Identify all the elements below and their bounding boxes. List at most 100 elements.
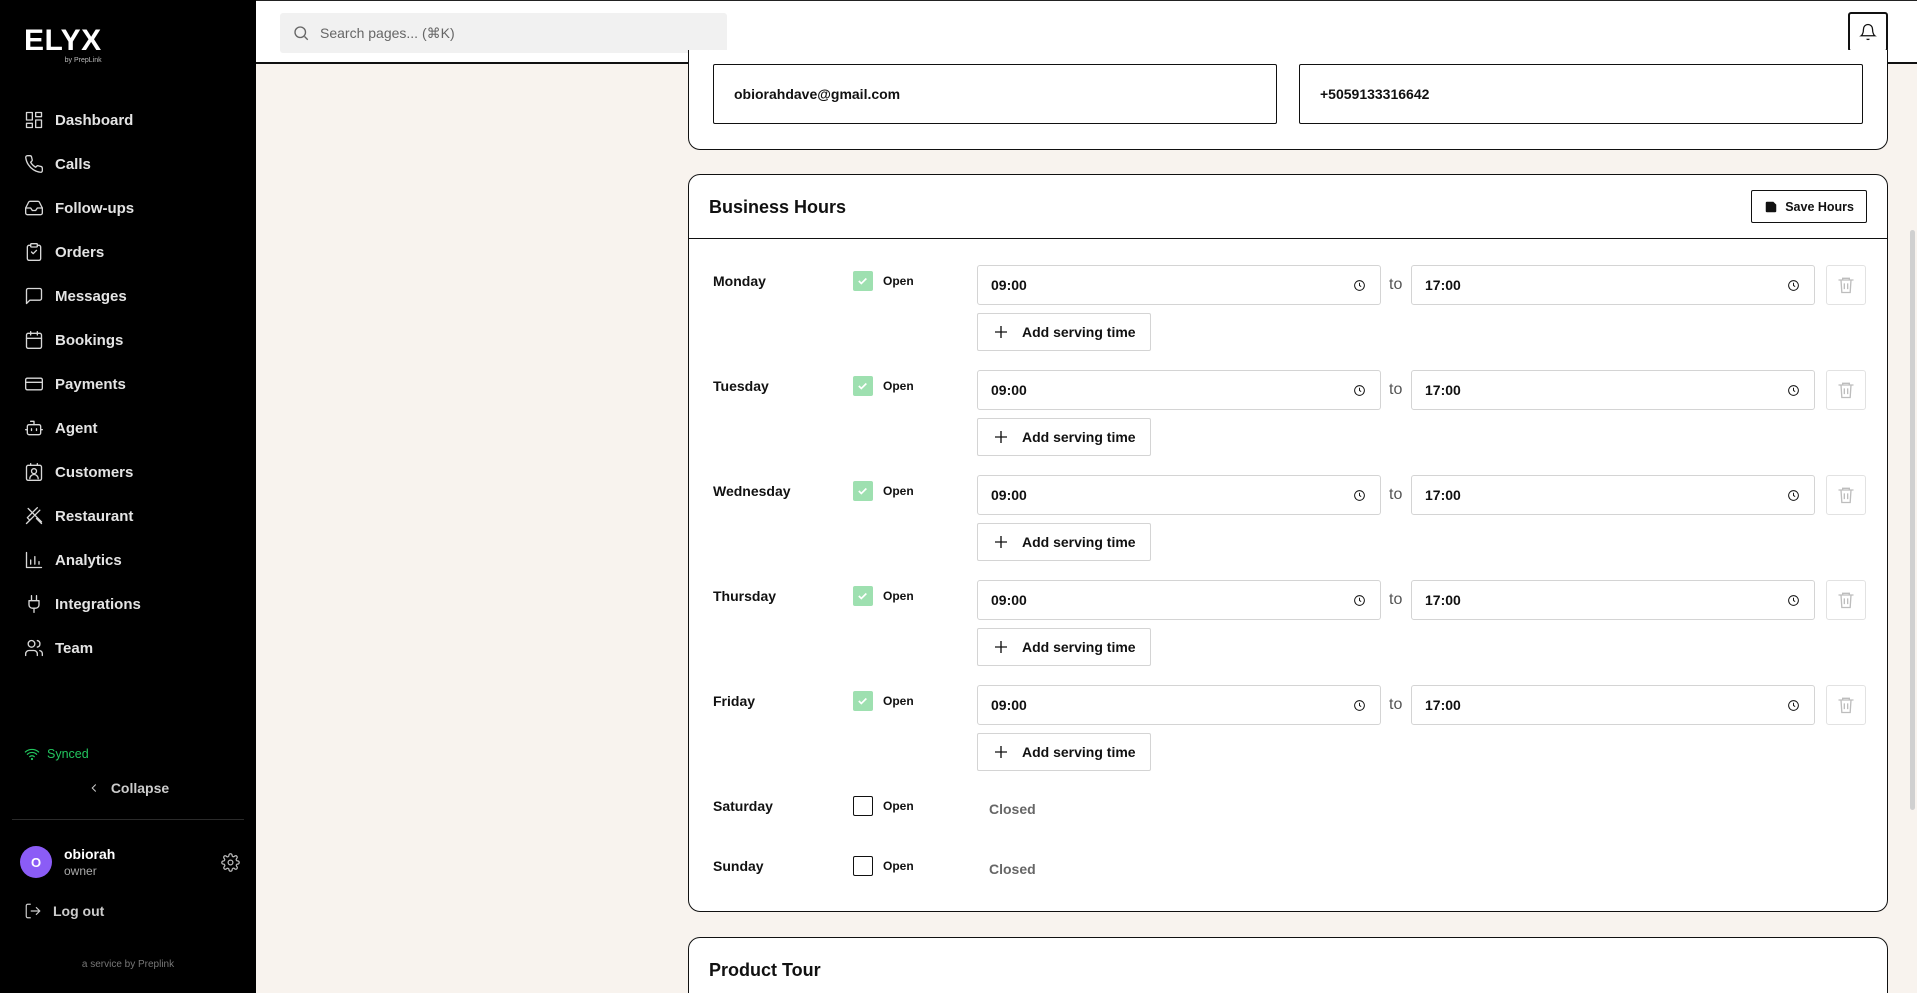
clipboard-icon bbox=[26, 243, 42, 261]
gear-icon[interactable] bbox=[221, 853, 240, 872]
email-field[interactable]: obiorahdave@gmail.com bbox=[713, 64, 1277, 124]
user-name: obiorah bbox=[64, 846, 116, 862]
close-time-input[interactable]: 17:00 bbox=[1411, 475, 1815, 515]
phone-field[interactable]: +5059133316642 bbox=[1299, 64, 1863, 124]
to-label: to bbox=[1389, 696, 1403, 713]
add-serving-time-button[interactable]: Add serving time bbox=[977, 418, 1151, 456]
sidebar-item-bookings[interactable]: Bookings bbox=[0, 318, 256, 362]
sidebar-divider bbox=[12, 819, 244, 820]
open-checkbox[interactable] bbox=[853, 796, 873, 816]
close-time-input[interactable]: 17:00 bbox=[1411, 685, 1815, 725]
close-time-value: 17:00 bbox=[1425, 487, 1461, 503]
delete-time-button[interactable] bbox=[1826, 475, 1866, 515]
page-scrollbar[interactable] bbox=[1910, 230, 1915, 810]
open-time-input[interactable]: 09:00 bbox=[977, 685, 1381, 725]
open-label: Open bbox=[883, 694, 914, 708]
open-label: Open bbox=[883, 484, 914, 498]
clock-icon bbox=[1354, 385, 1365, 396]
close-time-input[interactable]: 17:00 bbox=[1411, 265, 1815, 305]
add-serving-time-button[interactable]: Add serving time bbox=[977, 313, 1151, 351]
phone-icon bbox=[25, 154, 44, 173]
sync-status-label: Synced bbox=[47, 747, 89, 761]
save-hours-button[interactable]: Save Hours bbox=[1751, 190, 1867, 223]
close-time-value: 17:00 bbox=[1425, 277, 1461, 293]
search-bar[interactable] bbox=[280, 13, 727, 53]
sidebar-item-label: Follow-ups bbox=[55, 199, 135, 217]
day-name: Friday bbox=[713, 693, 756, 709]
day-name: Monday bbox=[713, 273, 766, 289]
delete-time-button[interactable] bbox=[1826, 580, 1866, 620]
wifi-icon bbox=[24, 748, 40, 761]
logout-icon bbox=[25, 903, 41, 919]
plus-icon bbox=[995, 641, 1007, 653]
sidebar-item-label: Dashboard bbox=[55, 111, 134, 129]
sidebar-item-team[interactable]: Team bbox=[0, 626, 256, 670]
sidebar-item-label: Restaurant bbox=[55, 507, 134, 525]
check-icon bbox=[858, 487, 867, 495]
open-checkbox[interactable] bbox=[853, 856, 873, 876]
close-time-input[interactable]: 17:00 bbox=[1411, 580, 1815, 620]
bot-icon bbox=[25, 420, 43, 436]
add-serving-time-button[interactable]: Add serving time bbox=[977, 628, 1151, 666]
collapse-button[interactable]: Collapse bbox=[0, 780, 256, 796]
sidebar-item-analytics[interactable]: Analytics bbox=[0, 538, 256, 582]
inbox-icon bbox=[25, 200, 43, 216]
credit-card-icon bbox=[25, 377, 43, 391]
open-checkbox[interactable] bbox=[853, 271, 873, 291]
sidebar-item-label: Bookings bbox=[55, 331, 124, 349]
add-serving-time-label: Add serving time bbox=[1022, 534, 1136, 550]
bell-icon bbox=[1859, 23, 1877, 41]
sidebar-item-follow-ups[interactable]: Follow-ups bbox=[0, 186, 256, 230]
user-profile[interactable]: O obiorah owner bbox=[20, 845, 240, 879]
sidebar-item-customers[interactable]: Customers bbox=[0, 450, 256, 494]
to-label: to bbox=[1389, 591, 1403, 608]
save-icon bbox=[1765, 201, 1777, 212]
open-time-value: 09:00 bbox=[991, 487, 1027, 503]
check-icon bbox=[858, 592, 867, 600]
sidebar-item-integrations[interactable]: Integrations bbox=[0, 582, 256, 626]
logo[interactable]: ELYX by PrepLink bbox=[24, 26, 102, 65]
check-icon bbox=[858, 277, 867, 285]
open-checkbox[interactable] bbox=[853, 376, 873, 396]
sidebar-item-messages[interactable]: Messages bbox=[0, 274, 256, 318]
notifications-button[interactable] bbox=[1848, 12, 1888, 52]
open-checkbox[interactable] bbox=[853, 586, 873, 606]
sidebar-item-payments[interactable]: Payments bbox=[0, 362, 256, 406]
close-time-value: 17:00 bbox=[1425, 382, 1461, 398]
open-time-input[interactable]: 09:00 bbox=[977, 580, 1381, 620]
sidebar-item-restaurant[interactable]: Restaurant bbox=[0, 494, 256, 538]
logout-button[interactable]: Log out bbox=[24, 902, 104, 920]
delete-time-button[interactable] bbox=[1826, 685, 1866, 725]
add-serving-time-button[interactable]: Add serving time bbox=[977, 523, 1151, 561]
open-time-input[interactable]: 09:00 bbox=[977, 475, 1381, 515]
close-time-input[interactable]: 17:00 bbox=[1411, 370, 1815, 410]
add-serving-time-label: Add serving time bbox=[1022, 639, 1136, 655]
open-time-input[interactable]: 09:00 bbox=[977, 265, 1381, 305]
open-checkbox[interactable] bbox=[853, 481, 873, 501]
contact-icon bbox=[25, 463, 43, 481]
open-time-input[interactable]: 09:00 bbox=[977, 370, 1381, 410]
sidebar: ELYX by PrepLink Dashboard Calls Follow-… bbox=[0, 0, 256, 993]
add-serving-time-button[interactable]: Add serving time bbox=[977, 733, 1151, 771]
sidebar-item-label: Orders bbox=[55, 243, 105, 261]
sidebar-item-orders[interactable]: Orders bbox=[0, 230, 256, 274]
delete-time-button[interactable] bbox=[1826, 265, 1866, 305]
dashboard-icon bbox=[25, 111, 43, 129]
search-icon bbox=[294, 26, 309, 41]
open-checkbox[interactable] bbox=[853, 691, 873, 711]
sidebar-item-dashboard[interactable]: Dashboard bbox=[0, 98, 256, 142]
day-name: Saturday bbox=[713, 798, 773, 814]
business-hours-card: Business Hours Save Hours Monday Open 09… bbox=[688, 174, 1888, 912]
sidebar-item-calls[interactable]: Calls bbox=[0, 142, 256, 186]
trash-icon bbox=[1838, 277, 1854, 294]
clock-icon bbox=[1788, 385, 1799, 396]
plus-icon bbox=[995, 536, 1007, 548]
sidebar-item-agent[interactable]: Agent bbox=[0, 406, 256, 450]
chevron-left-icon bbox=[91, 784, 96, 792]
plug-icon bbox=[28, 595, 40, 613]
trash-icon bbox=[1838, 487, 1854, 504]
user-role: owner bbox=[64, 864, 97, 878]
delete-time-button[interactable] bbox=[1826, 370, 1866, 410]
plus-icon bbox=[995, 431, 1007, 443]
search-input[interactable] bbox=[320, 25, 700, 41]
